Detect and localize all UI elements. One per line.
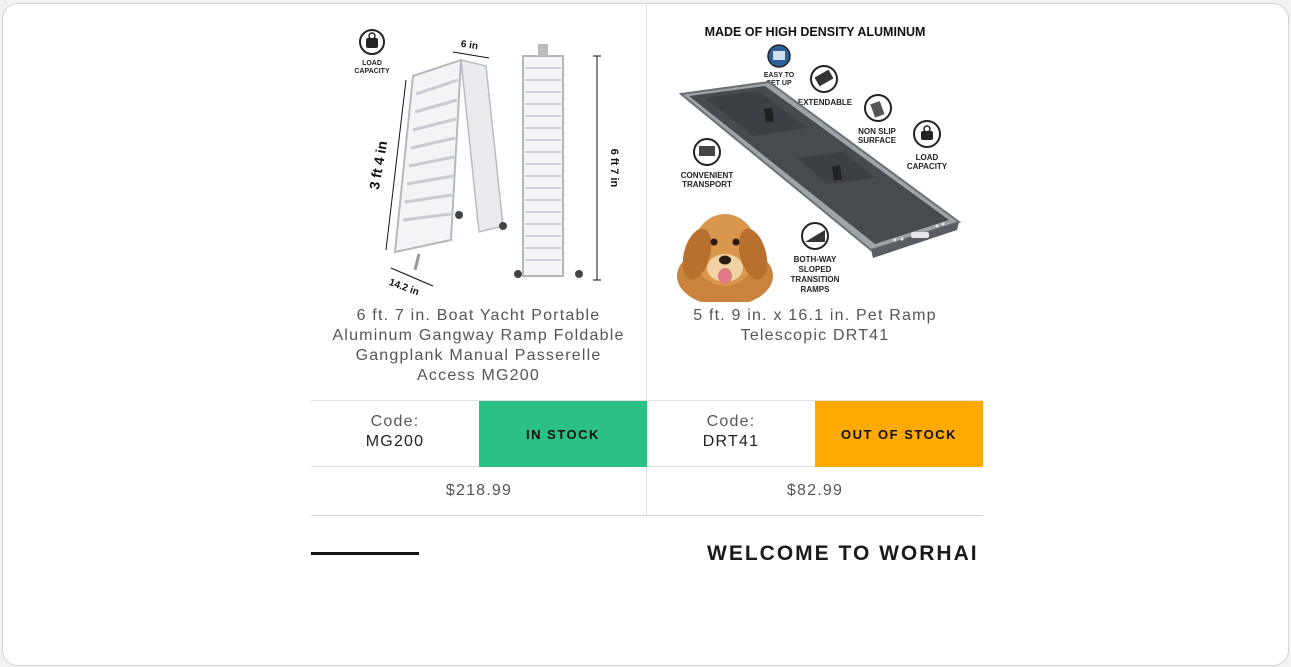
svg-text:RAMPS: RAMPS: [801, 285, 831, 294]
svg-text:CAPACITY: CAPACITY: [354, 68, 390, 75]
product-meta-row: Code: DRT41 OUT OF STOCK: [647, 400, 983, 467]
svg-text:6 in: 6 in: [460, 39, 479, 52]
product-image-pet-ramp[interactable]: MADE OF HIGH DENSITY ALUMINUM EASY TO SE…: [647, 18, 983, 302]
product-card-drt41[interactable]: MADE OF HIGH DENSITY ALUMINUM EASY TO SE…: [647, 4, 983, 516]
code-label: Code:: [706, 413, 756, 430]
svg-text:MADE OF HIGH DENSITY ALUMINUM: MADE OF HIGH DENSITY ALUMINUM: [705, 25, 926, 39]
code-label: Code:: [370, 413, 420, 430]
product-grid: LOAD CAPACITY 6 in 3 ft 4 in 14.2 in 6 f…: [311, 4, 983, 516]
welcome-divider: [311, 552, 419, 555]
svg-text:14.2 in: 14.2 in: [387, 277, 420, 298]
product-image-gangway[interactable]: LOAD CAPACITY 6 in 3 ft 4 in 14.2 in 6 f…: [311, 18, 647, 302]
stock-status-badge: IN STOCK: [479, 401, 647, 467]
svg-text:6 ft 7 in: 6 ft 7 in: [608, 149, 620, 188]
browser-frame: LOAD CAPACITY 6 in 3 ft 4 in 14.2 in 6 f…: [2, 3, 1289, 666]
product-code-cell: Code: MG200: [311, 401, 479, 467]
svg-text:LOAD: LOAD: [916, 153, 939, 162]
code-value: DRT41: [702, 433, 760, 450]
product-price: $218.99: [311, 467, 647, 516]
svg-text:SURFACE: SURFACE: [858, 136, 897, 145]
welcome-heading: WELCOME TO WORHAI: [707, 542, 979, 565]
svg-text:BOTH-WAY: BOTH-WAY: [794, 255, 837, 264]
svg-text:CONVENIENT: CONVENIENT: [681, 171, 734, 180]
svg-text:EXTENDABLE: EXTENDABLE: [798, 98, 853, 107]
product-title[interactable]: 5 ft. 9 in. x 16.1 in. Pet Ramp Telescop…: [667, 306, 963, 346]
svg-text:EASY TO: EASY TO: [764, 72, 795, 79]
dog-illustration: [677, 214, 773, 302]
svg-text:SLOPED: SLOPED: [799, 265, 832, 274]
svg-text:NON SLIP: NON SLIP: [858, 127, 896, 136]
svg-text:LOAD: LOAD: [362, 60, 382, 67]
stock-status-badge: OUT OF STOCK: [815, 401, 983, 467]
product-title[interactable]: 6 ft. 7 in. Boat Yacht Portable Aluminum…: [331, 306, 626, 386]
svg-text:3 ft 4 in: 3 ft 4 in: [366, 140, 390, 191]
svg-text:TRANSPORT: TRANSPORT: [682, 180, 732, 189]
product-code-cell: Code: DRT41: [647, 401, 815, 467]
product-meta-row: Code: MG200 IN STOCK: [311, 400, 647, 467]
product-section: LOAD CAPACITY 6 in 3 ft 4 in 14.2 in 6 f…: [311, 4, 983, 665]
code-value: MG200: [365, 433, 425, 450]
product-price: $82.99: [647, 467, 983, 516]
svg-text:CAPACITY: CAPACITY: [907, 162, 948, 171]
product-card-mg200[interactable]: LOAD CAPACITY 6 in 3 ft 4 in 14.2 in 6 f…: [311, 4, 647, 516]
svg-text:TRANSITION: TRANSITION: [791, 275, 840, 284]
